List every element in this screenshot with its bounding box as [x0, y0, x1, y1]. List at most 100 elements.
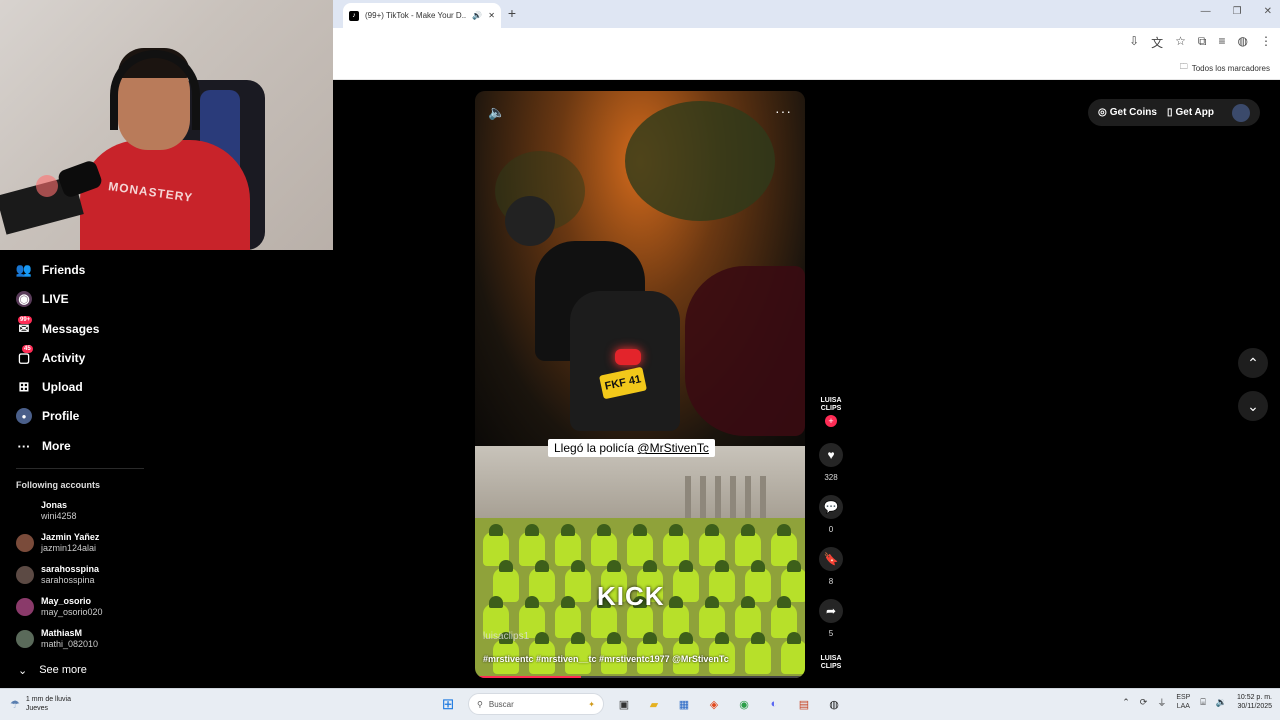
previous-video-button[interactable]: ⌃ — [1238, 348, 1268, 378]
ring-light — [36, 175, 58, 197]
see-more-label: See more — [39, 664, 87, 676]
weather-widget[interactable]: ☂ 1 mm de lluvia Jueves — [10, 695, 71, 713]
translate-icon[interactable]: 文 — [1151, 34, 1163, 51]
video-hashtags[interactable]: #mrstiventc #mrstiven__tc #mrstiventc197… — [483, 654, 729, 664]
sidebar-item-more[interactable]: ··· More — [16, 438, 71, 454]
bookmark-star-icon[interactable]: ☆ — [1175, 34, 1186, 51]
following-account[interactable]: sarahosspina sarahosspina — [16, 564, 99, 586]
kick-watermark: KICK — [597, 581, 665, 611]
friends-icon: 👥 — [15, 262, 33, 277]
following-account[interactable]: Jonas wini4258 — [16, 500, 77, 522]
taskbar-search[interactable]: ⚲ Buscar ✦ — [468, 693, 604, 715]
next-video-button[interactable]: ⌄ — [1238, 391, 1268, 421]
police-helmet — [669, 596, 683, 608]
headset — [110, 50, 200, 130]
close-window-icon[interactable]: ✕ — [1264, 6, 1272, 17]
police-helmet — [571, 560, 585, 572]
column — [745, 476, 751, 518]
sidebar-item-label: Messages — [42, 322, 100, 336]
video-player[interactable]: FKF 41 🔈 ··· Llegó la policía @MrStivenT… — [475, 91, 805, 678]
more-options-icon[interactable]: ··· — [775, 103, 792, 119]
sidebar-item-friends[interactable]: 👥 Friends — [16, 262, 85, 278]
sidebar-item-messages[interactable]: ✉ 99+ Messages — [16, 316, 100, 337]
like-action[interactable]: ♥ 328 — [819, 443, 843, 482]
bookmark-icon[interactable]: 🔖 — [819, 547, 843, 571]
police-helmet — [705, 596, 719, 608]
maximize-icon[interactable]: ❐ — [1233, 6, 1242, 17]
task-view-icon[interactable]: ▣ — [614, 694, 634, 714]
police-helmet — [787, 632, 801, 644]
menu-icon[interactable]: ⋮ — [1260, 34, 1272, 51]
police-helmet — [535, 560, 549, 572]
account-name: MathiasM — [41, 628, 83, 638]
video-progress-bar[interactable] — [475, 676, 805, 678]
account-id: mathi_082010 — [41, 639, 99, 649]
share-icon[interactable]: ➦ — [819, 599, 843, 623]
sidebar-item-live[interactable]: ◉ LIVE — [16, 291, 69, 307]
sidebar-item-upload[interactable]: ⊞ Upload — [16, 379, 83, 395]
clock[interactable]: 10:52 p. m. 30/11/2025 — [1237, 693, 1272, 711]
user-avatar[interactable] — [1232, 103, 1250, 122]
sidebar-item-activity[interactable]: ▢ 45 Activity — [16, 345, 85, 366]
chevron-up-icon[interactable]: ⌃ — [1122, 697, 1130, 708]
lang-code: ESP — [1176, 694, 1191, 701]
police-helmet — [489, 596, 503, 608]
powerpoint-icon[interactable]: ▤ — [794, 694, 814, 714]
minimize-icon[interactable]: — — [1201, 6, 1211, 17]
see-more-button[interactable]: ⌄ See more — [18, 664, 87, 677]
language-indicator[interactable]: ESP LAA — [1176, 693, 1190, 711]
save-action[interactable]: 🔖 8 — [819, 547, 843, 586]
get-app-button[interactable]: ▯ Get App — [1167, 107, 1214, 118]
install-icon[interactable]: ⇩ — [1129, 34, 1139, 51]
file-explorer-icon[interactable]: ▰ — [644, 694, 664, 714]
police-helmet — [705, 524, 719, 536]
all-bookmarks[interactable]: 🗀 Todos los marcadores — [1180, 61, 1270, 75]
get-coins-button[interactable]: ◎ Get Coins — [1098, 107, 1157, 118]
activity-badge: 45 — [22, 345, 33, 353]
tab-close-icon[interactable]: ✕ — [488, 11, 495, 20]
police-helmet — [669, 524, 683, 536]
video-author[interactable]: luisaclips1 — [483, 631, 529, 642]
copilot-sparkle-icon: ✦ — [588, 699, 595, 709]
volume-icon[interactable]: 🔈 — [488, 104, 505, 121]
heart-icon[interactable]: ♥ — [819, 443, 843, 467]
music-disc[interactable]: LUISA CLIPS — [817, 655, 845, 673]
discord-icon[interactable]: ◐ — [764, 694, 784, 714]
get-app-label: Get App — [1175, 107, 1214, 118]
brave-icon[interactable]: ◈ — [704, 694, 724, 714]
share-action[interactable]: ➦ 5 — [819, 599, 843, 638]
reading-list-icon[interactable]: ≡ — [1219, 34, 1226, 51]
progress-fill — [475, 676, 581, 678]
network-icon[interactable]: ⌸ — [1200, 697, 1205, 708]
all-bookmarks-label: Todos los marcadores — [1191, 63, 1270, 73]
obs-icon[interactable]: ◍ — [824, 694, 844, 714]
police-helmet — [525, 524, 539, 536]
windows-start-icon[interactable]: ⊞ — [438, 694, 458, 714]
account-id: may_osorio020 — [41, 607, 103, 617]
window-controls: — ❐ ✕ — [1201, 6, 1272, 17]
volume-icon[interactable]: 🔉 — [1216, 697, 1227, 708]
store-icon[interactable]: ▦ — [674, 694, 694, 714]
follow-plus-icon[interactable]: + — [825, 415, 837, 427]
caption-mention[interactable]: @MrStivenTc — [637, 441, 709, 455]
comment-action[interactable]: 💬 0 — [819, 495, 843, 534]
clock-time: 10:52 p. m. — [1236, 694, 1272, 701]
following-account[interactable]: May_osorio may_osorio020 — [16, 596, 103, 618]
new-tab-button[interactable]: + — [505, 5, 519, 21]
following-account[interactable]: Jazmin Yañez jazmin124alai — [16, 532, 99, 554]
sync-icon[interactable]: ⟳ — [1140, 697, 1148, 708]
usb-icon[interactable]: ⏚ — [1157, 696, 1166, 709]
sidebar-item-profile[interactable]: ● Profile — [16, 408, 79, 424]
upload-icon: ⊞ — [18, 379, 30, 394]
bookmarks-bar — [333, 56, 1280, 80]
profile-icon[interactable]: ◍ — [1238, 34, 1248, 51]
column — [715, 476, 721, 518]
tab-audio-icon[interactable]: 🔊 — [472, 11, 482, 20]
police-helmet — [535, 632, 549, 644]
comment-icon[interactable]: 💬 — [819, 495, 843, 519]
extensions-icon[interactable]: ⧉ — [1198, 34, 1207, 51]
chrome-icon[interactable]: ◉ — [734, 694, 754, 714]
video-caption: Llegó la policía @MrStivenTc — [548, 439, 715, 457]
browser-tab[interactable]: ♪ (99+) TikTok - Make Your D... 🔊 ✕ — [343, 3, 501, 28]
following-account[interactable]: MathiasM mathi_082010 — [16, 628, 98, 650]
